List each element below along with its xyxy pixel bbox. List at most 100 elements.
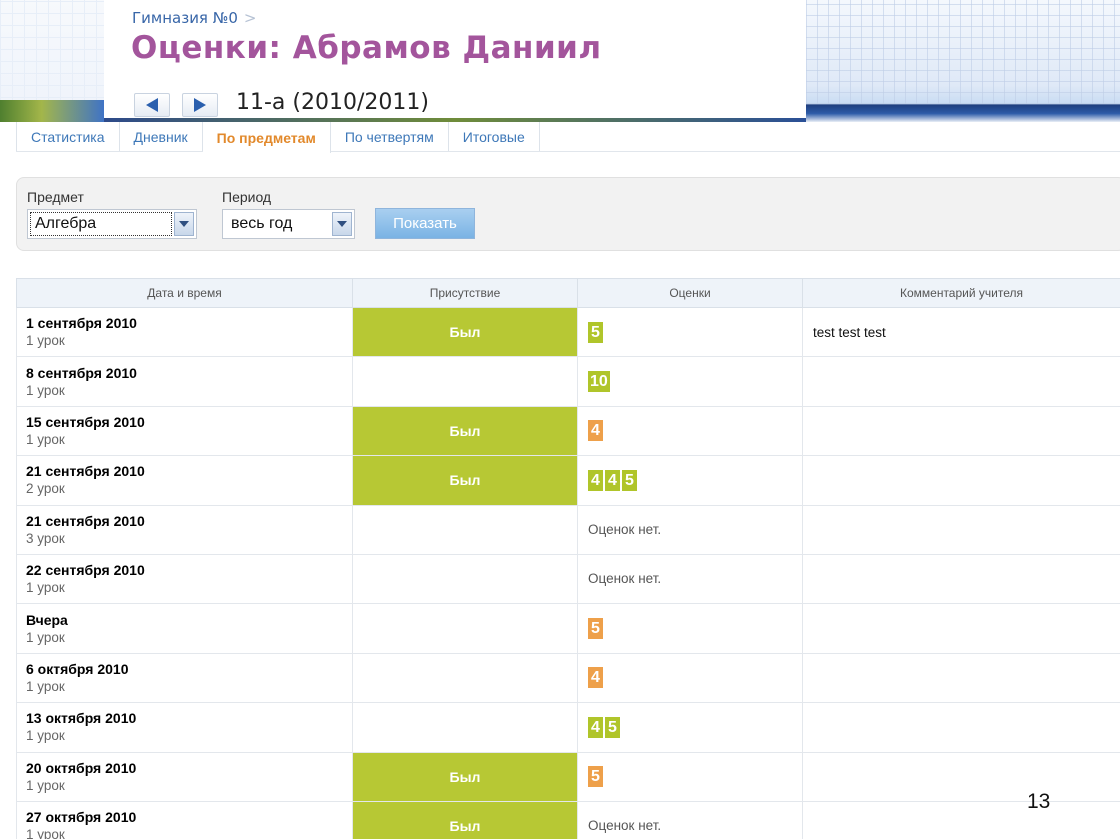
chevron-down-icon[interactable] <box>332 212 352 236</box>
table-row: 20 октября 2010 1 урок Был 5 <box>16 751 1120 802</box>
no-grades-text: Оценок нет. <box>588 818 662 834</box>
column-header-attendance: Присутствие <box>352 278 578 308</box>
tab-bar: Статистика Дневник По предметам По четвертя… <box>16 122 1120 153</box>
grade-badge[interactable]: 5 <box>588 618 603 640</box>
arrow-left-icon <box>146 98 158 112</box>
date-cell: 1 сентября 2010 1 урок <box>16 306 353 358</box>
grades-cell: Оценок нет. <box>577 800 803 839</box>
attendance-cell <box>352 553 578 605</box>
date-cell: 22 сентября 2010 1 урок <box>16 553 353 605</box>
attendance-cell <box>352 603 578 654</box>
grades-cell: Оценок нет. <box>577 504 803 555</box>
lesson-number: 1 урок <box>26 777 65 793</box>
lesson-number: 1 урок <box>26 629 65 645</box>
banner-right-grid <box>806 0 1120 104</box>
date-cell: 8 сентября 2010 1 урок <box>16 356 353 407</box>
date-cell: Вчера 1 урок <box>16 603 353 654</box>
column-header-grades: Оценки <box>577 278 803 308</box>
teacher-comment-cell <box>802 652 1120 704</box>
attendance-cell <box>352 356 578 407</box>
grade-badge[interactable]: 5 <box>622 469 637 491</box>
date-cell: 20 октября 2010 1 урок <box>16 751 353 802</box>
lesson-date: 6 октября 2010 <box>26 660 129 677</box>
arrow-right-icon <box>194 98 206 112</box>
grades-table: Дата и время Присутствие Оценки Коммента… <box>16 278 1120 839</box>
no-grades-text: Оценок нет. <box>588 571 662 587</box>
next-year-button[interactable] <box>182 93 218 117</box>
lesson-date: 21 сентября 2010 <box>26 463 145 480</box>
date-cell: 15 сентября 2010 1 урок <box>16 405 353 457</box>
breadcrumb: Гимназия №0 > <box>132 9 256 27</box>
tab-3[interactable]: По четвертям <box>330 122 449 151</box>
attendance-cell <box>352 702 578 753</box>
period-select-value: весь год <box>231 215 293 232</box>
grades-cell: 5 <box>577 751 803 802</box>
table-row: 15 сентября 2010 1 урок Был 4 <box>16 405 1120 457</box>
previous-year-button[interactable] <box>134 93 170 117</box>
table-row: 6 октября 2010 1 урок 4 <box>16 652 1120 704</box>
period-select[interactable]: весь год <box>222 209 355 239</box>
teacher-comment-cell <box>802 356 1120 407</box>
subject-select[interactable]: Алгебра <box>27 209 197 239</box>
date-cell: 27 октября 2010 1 урок <box>16 800 353 839</box>
grade-badge[interactable]: 4 <box>588 667 603 689</box>
attendance-cell <box>352 652 578 704</box>
date-cell: 21 сентября 2010 2 урок <box>16 455 353 506</box>
table-row: Вчера 1 урок 5 <box>16 603 1120 654</box>
grade-badge[interactable]: 10 <box>588 371 610 393</box>
tab-2[interactable]: По предметам <box>202 122 331 153</box>
attendance-cell: Был <box>352 306 578 358</box>
attendance-cell: Был <box>352 405 578 457</box>
table-row: 21 сентября 2010 2 урок Был 4 4 5 <box>16 455 1120 506</box>
subject-select-value: Алгебра <box>30 212 172 236</box>
chevron-down-icon[interactable] <box>174 212 194 236</box>
lesson-number: 1 урок <box>26 728 65 744</box>
tab-1[interactable]: Дневник <box>119 122 203 151</box>
lesson-date: 21 сентября 2010 <box>26 512 145 529</box>
lesson-number: 2 урок <box>26 481 65 497</box>
date-cell: 21 сентября 2010 3 урок <box>16 504 353 555</box>
attendance-cell: Был <box>352 751 578 802</box>
teacher-comment-cell <box>802 405 1120 457</box>
grades-cell: 45 <box>577 702 803 753</box>
lesson-number: 1 урок <box>26 678 65 694</box>
period-label: Период <box>222 189 272 205</box>
show-button[interactable]: Показать <box>375 208 475 239</box>
grade-badge[interactable]: 4 <box>588 420 603 442</box>
grade-badge[interactable]: 4 <box>588 469 603 491</box>
column-header-date: Дата и время <box>16 278 353 308</box>
lesson-date: 20 октября 2010 <box>26 759 137 776</box>
grade-badge[interactable]: 5 <box>588 766 603 788</box>
lesson-number: 1 урок <box>26 382 65 398</box>
grades-cell: 4 <box>577 652 803 704</box>
lesson-date: 1 сентября 2010 <box>26 315 137 332</box>
teacher-comment-cell <box>802 553 1120 605</box>
grades-cell: 445 <box>577 455 803 506</box>
class-year-label: 11-а (2010/2011) <box>236 90 429 115</box>
tab-0[interactable]: Статистика <box>16 122 120 151</box>
grade-badge[interactable]: 4 <box>605 469 620 491</box>
attendance-cell: Был <box>352 455 578 506</box>
grade-badge[interactable]: 4 <box>588 716 603 738</box>
attendance-cell: Был <box>352 800 578 839</box>
lesson-date: Вчера <box>26 611 68 628</box>
attendance-cell <box>352 504 578 555</box>
grade-badge[interactable]: 5 <box>605 716 620 738</box>
date-cell: 6 октября 2010 1 урок <box>16 652 353 704</box>
grades-cell: Оценок нет. <box>577 553 803 605</box>
filter-panel: Предмет Алгебра Период весь год Показать <box>16 177 1120 251</box>
grade-badge[interactable]: 5 <box>588 321 603 343</box>
lesson-date: 27 октября 2010 <box>26 809 137 826</box>
grades-cell: 5 <box>577 603 803 654</box>
lesson-date: 8 сентября 2010 <box>26 364 137 381</box>
lesson-date: 13 октября 2010 <box>26 710 137 727</box>
table-row: 22 сентября 2010 1 урок Оценок нет. <box>16 553 1120 605</box>
tab-4[interactable]: Итоговые <box>448 122 540 151</box>
grades-cell: 4 <box>577 405 803 457</box>
grades-cell: 10 <box>577 356 803 407</box>
breadcrumb-separator: > <box>243 9 257 27</box>
date-cell: 13 октября 2010 1 урок <box>16 702 353 753</box>
lesson-date: 22 сентября 2010 <box>26 562 145 579</box>
breadcrumb-school-link[interactable]: Гимназия №0 <box>132 9 238 27</box>
teacher-comment-cell: test test test <box>802 306 1120 358</box>
